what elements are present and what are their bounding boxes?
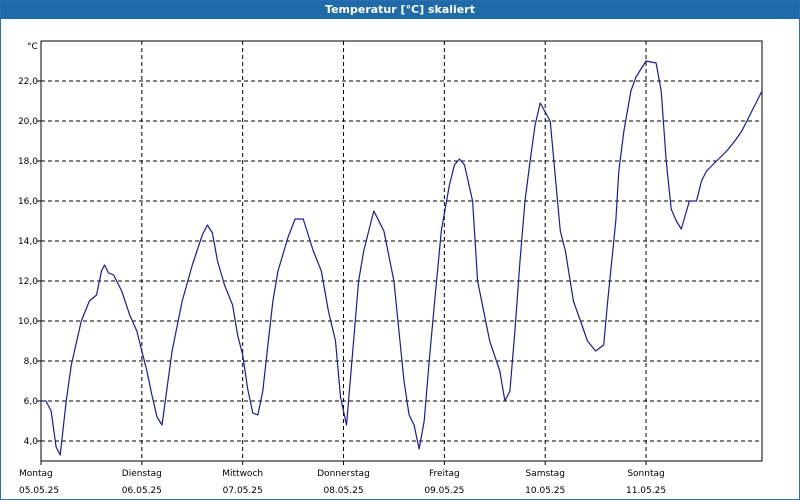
x-tick-date: 08.05.25 — [323, 486, 363, 496]
y-tick-label: 22,0 — [18, 77, 38, 87]
x-tick-day: Dienstag — [122, 469, 162, 479]
plot-area — [40, 40, 763, 462]
window-title: Temperatur [°C] skaliert — [1, 1, 799, 19]
y-tick-label: 20,0 — [18, 117, 38, 127]
chart-window: Temperatur [°C] skaliert °C 4,0 6,0 8,0 10,… — [0, 0, 800, 500]
y-unit-label: °C — [27, 42, 38, 52]
y-tick-label: 8,0 — [24, 357, 39, 367]
x-tick-date: 07.05.25 — [223, 486, 263, 496]
x-tick-day: Donnerstag — [317, 469, 370, 479]
x-tick-date: 10.05.25 — [525, 486, 565, 496]
x-axis-ticks: Montag 05.05.25 Dienstag 06.05.25 Mittwoch 07… — [19, 461, 666, 496]
y-tick-label: 18,0 — [18, 157, 38, 167]
x-tick-date: 05.05.25 — [19, 486, 59, 496]
y-tick-label: 12,0 — [18, 277, 38, 287]
temperature-chart: °C 4,0 6,0 8,0 10,0 12,0 14,0 16,0 18,0 20,0 22,0… — [18, 40, 763, 496]
x-tick-date: 06.05.25 — [122, 486, 162, 496]
x-tick-day: Mittwoch — [222, 469, 263, 479]
x-tick-day: Samstag — [525, 469, 564, 479]
y-tick-label: 16,0 — [18, 197, 38, 207]
x-tick-day: Montag — [19, 469, 53, 479]
y-tick-label: 4,0 — [24, 437, 39, 447]
x-tick-date: 11.05.25 — [626, 486, 666, 496]
x-tick-day: Sonntag — [627, 469, 664, 479]
y-axis-ticks: 4,0 6,0 8,0 10,0 12,0 14,0 16,0 18,0 20,0 22,0 — [18, 77, 41, 447]
x-tick-day: Freitag — [429, 469, 460, 479]
y-tick-label: 6,0 — [24, 397, 39, 407]
x-tick-date: 09.05.25 — [424, 486, 464, 496]
y-tick-label: 14,0 — [18, 237, 38, 247]
y-tick-label: 10,0 — [18, 317, 38, 327]
